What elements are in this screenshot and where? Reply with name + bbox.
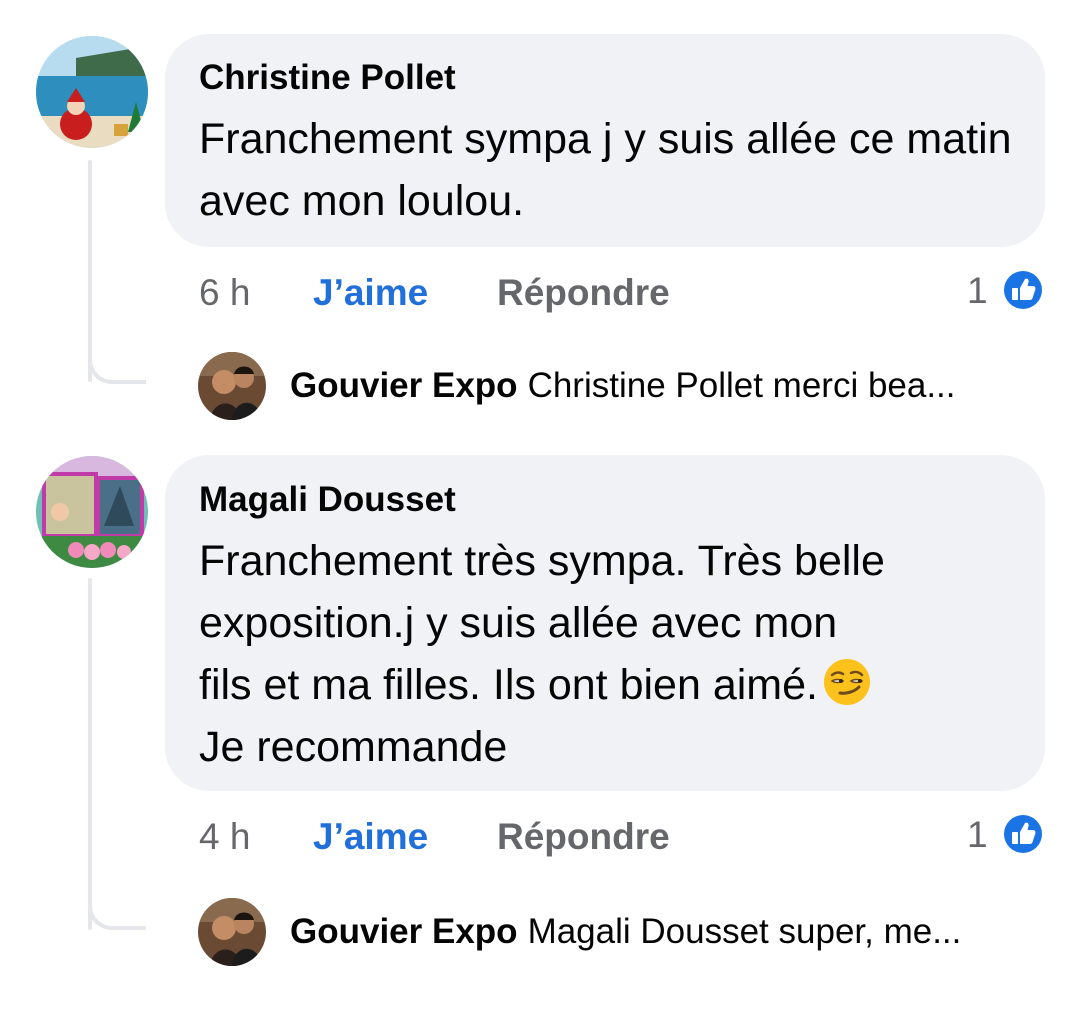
comment-text: Franchement sympa j y suis allée ce mati… <box>199 115 1012 225</box>
reply-text: Christine Pollet merci bea... <box>527 366 956 405</box>
avatar-image <box>198 898 266 966</box>
avatar-image <box>36 456 148 568</box>
like-button[interactable]: J’aime <box>313 816 428 858</box>
reaction-count[interactable]: 1 <box>967 270 988 312</box>
comment-timestamp[interactable]: 4 h <box>199 816 250 858</box>
reply-preview[interactable]: Gouvier Expo Magali Dousset super, me... <box>290 912 961 952</box>
thread-line-branch <box>88 886 146 930</box>
reply-avatar[interactable] <box>198 352 266 420</box>
avatar-image <box>198 352 266 420</box>
comment-text-segment: fils et ma filles. Ils ont bien aimé. <box>199 661 818 709</box>
like-button[interactable]: J’aime <box>313 272 428 314</box>
thread-line <box>88 578 92 930</box>
comment-text: Franchement très sympa. Très belle expos… <box>199 530 1029 778</box>
comment-author[interactable]: Magali Dousset <box>199 480 456 520</box>
reply-author[interactable]: Gouvier Expo <box>290 366 518 405</box>
avatar-image <box>36 36 148 148</box>
reply-author[interactable]: Gouvier Expo <box>290 912 518 951</box>
comment-timestamp[interactable]: 6 h <box>199 272 250 314</box>
comment-text-line: fils et ma filles. Ils ont bien aimé. <box>199 654 1029 716</box>
reply-text: Magali Dousset super, me... <box>527 912 962 951</box>
reply-preview[interactable]: Gouvier Expo Christine Pollet merci bea..… <box>290 366 956 406</box>
comment-text-line: Je recommande <box>199 723 508 771</box>
avatar[interactable] <box>36 456 148 568</box>
thumbs-up-icon[interactable] <box>1000 267 1046 313</box>
thumbs-up-icon[interactable] <box>1000 811 1046 857</box>
reply-button[interactable]: Répondre <box>497 816 670 858</box>
avatar[interactable] <box>36 36 148 148</box>
smirking-face-icon <box>822 657 872 707</box>
comment-author[interactable]: Christine Pollet <box>199 58 456 98</box>
reply-button[interactable]: Répondre <box>497 272 670 314</box>
comment-text-line: Franchement très sympa. Très belle <box>199 537 885 585</box>
thread-line-branch <box>88 340 146 384</box>
comment-text-line: exposition.j y suis allée avec mon <box>199 599 838 647</box>
reaction-count[interactable]: 1 <box>967 814 988 856</box>
reply-avatar[interactable] <box>198 898 266 966</box>
